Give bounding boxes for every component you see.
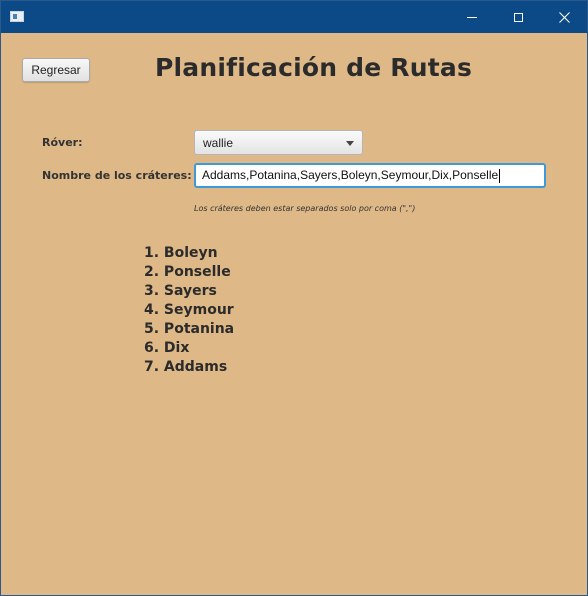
craters-input-value: Addams,Potanina,Sayers,Boleyn,Seymour,Di… xyxy=(202,168,499,182)
route-item: 3. Sayers xyxy=(144,283,217,299)
route-item: 1. Boleyn xyxy=(144,245,218,261)
title-bar[interactable] xyxy=(1,1,587,33)
craters-hint: Los cráteres deben estar separados solo … xyxy=(194,204,416,213)
text-cursor xyxy=(499,168,501,183)
close-button[interactable] xyxy=(541,1,587,33)
route-item: 4. Seymour xyxy=(144,302,234,318)
maximize-icon xyxy=(513,12,523,22)
route-list: 1. Boleyn 2. Ponselle 3. Sayers 4. Seymo… xyxy=(144,244,234,377)
rover-select-value: wallie xyxy=(203,136,234,150)
rover-label: Róver: xyxy=(42,136,83,149)
chevron-down-icon xyxy=(346,141,354,146)
route-item: 2. Ponselle xyxy=(144,264,231,280)
page-title: Planificación de Rutas xyxy=(155,53,473,82)
close-icon xyxy=(558,11,570,23)
route-item: 7. Addams xyxy=(144,359,228,375)
maximize-button[interactable] xyxy=(495,1,541,33)
craters-input[interactable]: Addams,Potanina,Sayers,Boleyn,Seymour,Di… xyxy=(194,163,546,188)
app-icon xyxy=(10,11,24,22)
app-window: Regresar Planificación de Rutas Róver: w… xyxy=(0,0,588,596)
craters-label: Nombre de los cráteres: xyxy=(42,169,192,182)
rover-select[interactable]: wallie xyxy=(194,130,363,155)
minimize-icon xyxy=(467,16,477,18)
back-button[interactable]: Regresar xyxy=(22,58,90,82)
minimize-button[interactable] xyxy=(449,1,495,33)
route-item: 5. Potanina xyxy=(144,321,235,337)
route-item: 6. Dix xyxy=(144,340,190,356)
